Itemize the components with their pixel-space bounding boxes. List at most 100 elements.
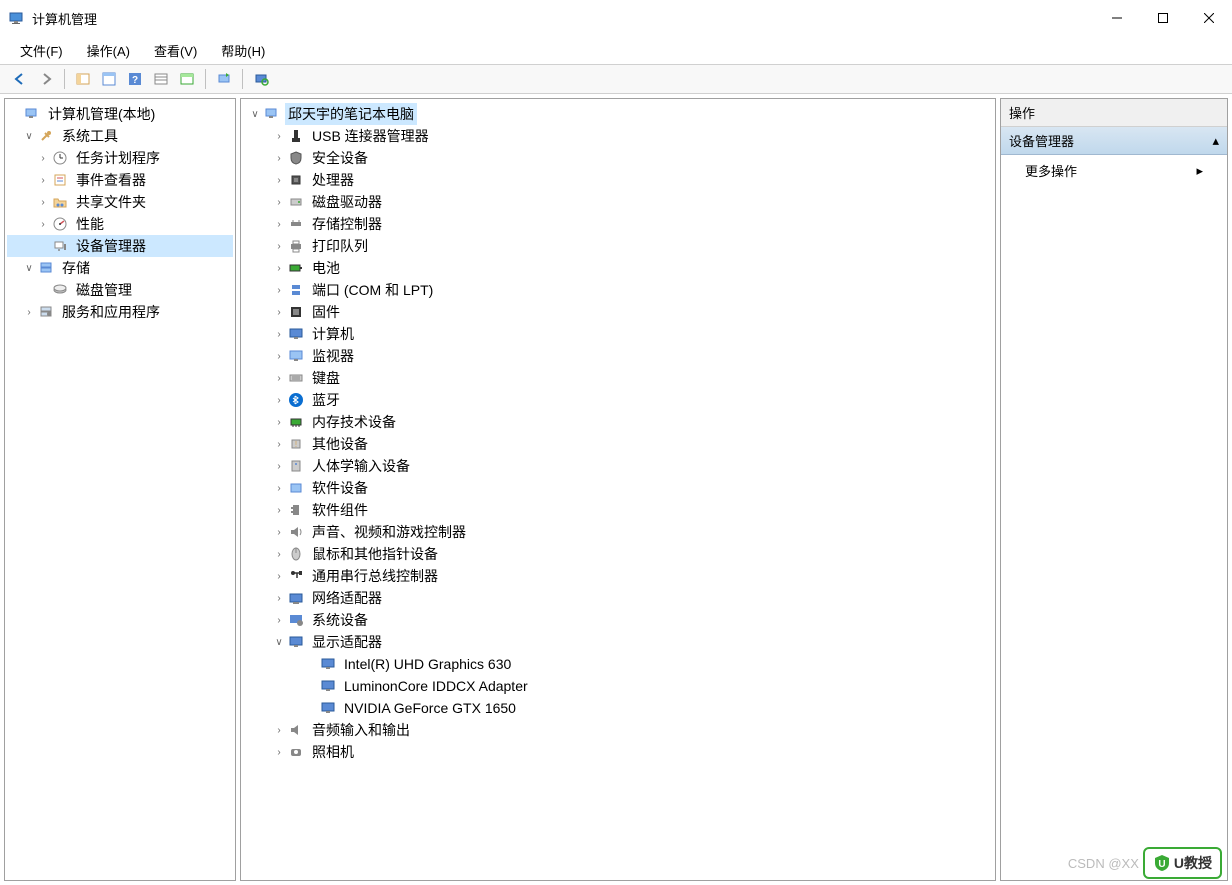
collapse-icon[interactable]: ∨	[21, 263, 37, 274]
expand-icon[interactable]: ›	[271, 593, 287, 604]
expand-icon[interactable]: ›	[271, 395, 287, 406]
expand-icon[interactable]: ›	[271, 373, 287, 384]
device-category[interactable]: ›打印队列	[243, 235, 993, 257]
tree-label: 安全设备	[309, 147, 371, 169]
device-category[interactable]: › 安全设备	[243, 147, 993, 169]
app-icon	[8, 10, 24, 26]
expand-icon[interactable]: ›	[271, 505, 287, 516]
back-button[interactable]	[8, 67, 32, 91]
expand-icon[interactable]: ›	[271, 461, 287, 472]
tree-task-scheduler[interactable]: › 任务计划程序	[7, 147, 233, 169]
device-root[interactable]: ∨ 邱天宇的笔记本电脑	[243, 103, 993, 125]
device-category[interactable]: ›照相机	[243, 741, 993, 763]
expand-icon[interactable]: ›	[271, 241, 287, 252]
device-category[interactable]: ›人体学输入设备	[243, 455, 993, 477]
device-category[interactable]: ›磁盘驱动器	[243, 191, 993, 213]
device-category[interactable]: ›固件	[243, 301, 993, 323]
expand-icon[interactable]: ›	[271, 285, 287, 296]
expand-icon[interactable]: ›	[35, 175, 51, 186]
device-category[interactable]: ›声音、视频和游戏控制器	[243, 521, 993, 543]
collapse-icon[interactable]: ∨	[247, 109, 263, 120]
menu-file[interactable]: 文件(F)	[8, 37, 75, 64]
minimize-button[interactable]	[1094, 2, 1140, 34]
tree-device-manager[interactable]: 设备管理器	[7, 235, 233, 257]
tree-storage[interactable]: ∨ 存储	[7, 257, 233, 279]
tree-systools[interactable]: ∨ 系统工具	[7, 125, 233, 147]
device-category[interactable]: ›鼠标和其他指针设备	[243, 543, 993, 565]
expand-icon[interactable]: ›	[271, 351, 287, 362]
expand-icon[interactable]: ›	[35, 153, 51, 164]
device-category[interactable]: ›端口 (COM 和 LPT)	[243, 279, 993, 301]
watermark-csdn: CSDN @XX	[1068, 856, 1139, 871]
performance-icon	[51, 215, 69, 233]
device-category[interactable]: ›监视器	[243, 345, 993, 367]
expand-icon[interactable]: ›	[271, 439, 287, 450]
calendar-button[interactable]	[175, 67, 199, 91]
actions-group-label: 设备管理器	[1009, 131, 1074, 150]
expand-icon[interactable]: ›	[21, 307, 37, 318]
expand-icon[interactable]: ›	[271, 417, 287, 428]
tree-services[interactable]: › 服务和应用程序	[7, 301, 233, 323]
device-category[interactable]: ›网络适配器	[243, 587, 993, 609]
menu-help[interactable]: 帮助(H)	[209, 37, 277, 64]
tree-label: 存储控制器	[309, 213, 385, 235]
device-category[interactable]: ›蓝牙	[243, 389, 993, 411]
device-category[interactable]: ›软件组件	[243, 499, 993, 521]
device-category[interactable]: ›计算机	[243, 323, 993, 345]
device-category[interactable]: ›系统设备	[243, 609, 993, 631]
computer-icon	[287, 325, 305, 343]
device-category[interactable]: ∨显示适配器	[243, 631, 993, 653]
device-category[interactable]: ›软件设备	[243, 477, 993, 499]
device-item[interactable]: Intel(R) UHD Graphics 630	[243, 653, 993, 675]
expand-icon[interactable]: ›	[271, 263, 287, 274]
expand-icon[interactable]: ∨	[271, 637, 287, 648]
audioin-icon	[287, 721, 305, 739]
scan-button[interactable]	[249, 67, 273, 91]
device-category[interactable]: › 存储控制器	[243, 213, 993, 235]
device-category[interactable]: ›键盘	[243, 367, 993, 389]
expand-icon[interactable]: ›	[271, 747, 287, 758]
tree-disk-mgmt[interactable]: 磁盘管理	[7, 279, 233, 301]
expand-icon[interactable]: ›	[35, 197, 51, 208]
show-hide-tree-button[interactable]	[71, 67, 95, 91]
expand-icon[interactable]: ›	[271, 725, 287, 736]
device-item[interactable]: LuminonCore IDDCX Adapter	[243, 675, 993, 697]
expand-icon[interactable]: ›	[271, 483, 287, 494]
expand-icon[interactable]: ›	[271, 329, 287, 340]
collapse-icon[interactable]: ∨	[21, 131, 37, 142]
tree-performance[interactable]: › 性能	[7, 213, 233, 235]
tree-shared-folders[interactable]: › 共享文件夹	[7, 191, 233, 213]
expand-icon[interactable]: ›	[35, 219, 51, 230]
device-item[interactable]: NVIDIA GeForce GTX 1650	[243, 697, 993, 719]
expand-icon[interactable]: ›	[271, 527, 287, 538]
expand-icon[interactable]: ›	[271, 175, 287, 186]
tree-event-viewer[interactable]: › 事件查看器	[7, 169, 233, 191]
menu-action[interactable]: 操作(A)	[75, 37, 142, 64]
expand-icon[interactable]: ›	[271, 219, 287, 230]
maximize-button[interactable]	[1140, 2, 1186, 34]
forward-button[interactable]	[34, 67, 58, 91]
expand-icon[interactable]: ›	[271, 307, 287, 318]
menu-view[interactable]: 查看(V)	[142, 37, 209, 64]
expand-icon[interactable]: ›	[271, 153, 287, 164]
expand-icon[interactable]: ›	[271, 131, 287, 142]
expand-icon[interactable]: ›	[271, 197, 287, 208]
device-category[interactable]: ›USB 连接器管理器	[243, 125, 993, 147]
device-category[interactable]: ›!其他设备	[243, 433, 993, 455]
close-button[interactable]	[1186, 2, 1232, 34]
device-category[interactable]: ›电池	[243, 257, 993, 279]
expand-icon[interactable]: ›	[271, 571, 287, 582]
device-category[interactable]: ›通用串行总线控制器	[243, 565, 993, 587]
actions-group[interactable]: 设备管理器 ▴	[1001, 127, 1227, 155]
expand-icon[interactable]: ›	[271, 615, 287, 626]
device-category[interactable]: ›音频输入和输出	[243, 719, 993, 741]
view-button[interactable]	[149, 67, 173, 91]
refresh-button[interactable]	[212, 67, 236, 91]
more-actions[interactable]: 更多操作 ▸	[1001, 155, 1227, 186]
device-category[interactable]: ›处理器	[243, 169, 993, 191]
tree-root[interactable]: 计算机管理(本地)	[7, 103, 233, 125]
properties-button[interactable]	[97, 67, 121, 91]
expand-icon[interactable]: ›	[271, 549, 287, 560]
device-category[interactable]: ›内存技术设备	[243, 411, 993, 433]
help-button[interactable]: ?	[123, 67, 147, 91]
